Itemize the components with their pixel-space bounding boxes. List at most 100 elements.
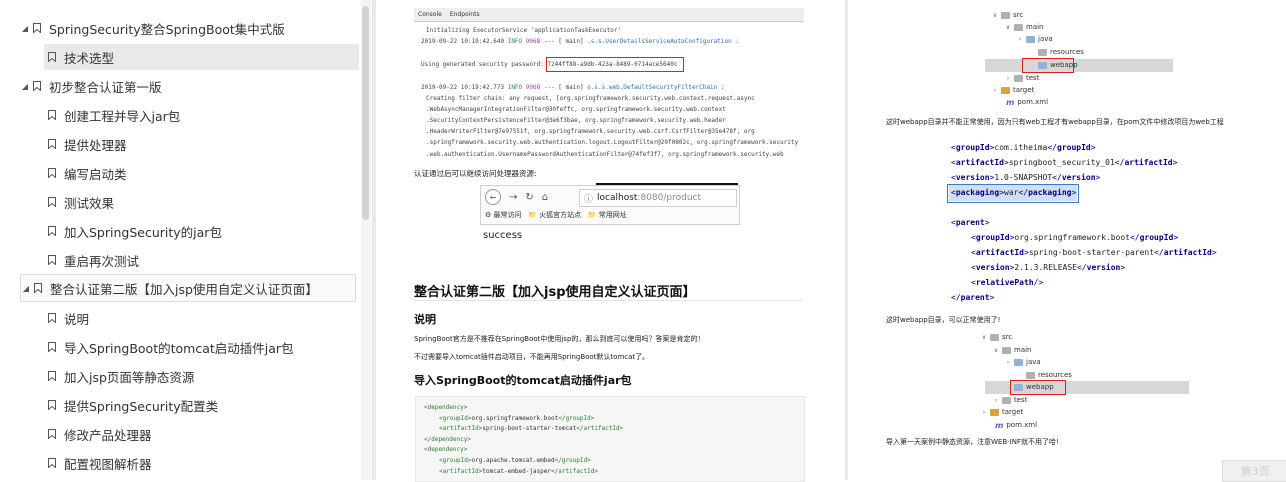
chevron-icon[interactable]: ∨ (1004, 24, 1012, 31)
tree-item[interactable]: m pom.xml (996, 96, 1048, 108)
expand-triangle-icon[interactable]: ◢ (20, 24, 30, 33)
tree-item-label: test (1014, 396, 1028, 404)
console-tab: Console (418, 11, 442, 18)
bookmark-icon (48, 400, 56, 410)
folder-icon (1026, 35, 1035, 43)
tree-item-label: java (1038, 35, 1053, 43)
code-line: <dependency> (424, 404, 468, 411)
bookmark-2: 火狐官方站点 (539, 211, 582, 219)
toc-item[interactable]: ◢ SpringSecurity整合SpringBoot集中式版 (20, 15, 355, 41)
section-divider (414, 300, 803, 301)
expand-triangle-icon[interactable]: ◢ (21, 284, 31, 293)
tree-item[interactable]: › test (992, 394, 1028, 406)
xml-line: <packaging>war</packaging> (951, 188, 1077, 197)
tree-item-label: main (1026, 23, 1044, 31)
url-path: :8080/product (637, 193, 702, 203)
page-indicator-button[interactable]: 第3页 (1222, 460, 1286, 482)
bookmark-bar: ⚙ 最常访问 📁 火狐官方站点 📁 常用网址 (485, 210, 627, 220)
toc-item[interactable]: 提供SpringSecurity配置类 (44, 392, 359, 418)
bookmark-icon (48, 255, 56, 265)
url-bar: ⓘ localhost:8080/product (579, 189, 737, 207)
tree-item[interactable]: resources (1016, 369, 1072, 381)
bookmark-icon (48, 371, 56, 381)
toc-item[interactable]: ◢ 初步整合认证第一版 (20, 73, 355, 99)
sidebar-scrollbar-thumb[interactable] (362, 6, 369, 220)
folder-icon (1002, 346, 1011, 354)
tree-item[interactable]: › target (991, 84, 1035, 96)
toc-item-label: 导入SpringBoot的tomcat启动插件jar包 (64, 340, 294, 356)
tree-item[interactable]: › test (1004, 72, 1040, 84)
console-line: 2019-09-22 10:19:42.773 INFO 9068 --- [ … (421, 84, 725, 91)
bookmark-3: 常用网址 (598, 211, 627, 219)
tree-item-label: webapp (1050, 61, 1078, 69)
tree-item-label: main (1014, 346, 1032, 354)
toc-item[interactable]: 修改产品处理器 (44, 421, 359, 447)
success-text: success (483, 230, 523, 241)
folder-icon (1014, 23, 1023, 31)
expand-triangle-icon[interactable]: ◢ (20, 82, 30, 91)
toc-item[interactable]: 导入SpringBoot的tomcat启动插件jar包 (44, 334, 359, 360)
tree-item[interactable]: › target (980, 406, 1024, 418)
chevron-icon[interactable]: › (992, 397, 1000, 404)
xml-line: </parent> (951, 293, 995, 302)
folder-icon (1014, 74, 1023, 82)
webapp-row-highlight (985, 59, 1173, 72)
toc-item-label: 加入jsp页面等静态资源 (64, 369, 195, 385)
tree-item[interactable]: resources (1028, 46, 1084, 58)
bookmark-icon (48, 168, 56, 178)
bookmark-icon (48, 429, 56, 439)
chevron-icon[interactable]: ∨ (991, 12, 999, 19)
toc-item-label: 测试效果 (64, 195, 115, 211)
toc-item[interactable]: 提供处理器 (44, 131, 359, 157)
reload-icon: ↻ (525, 191, 534, 203)
toc-item[interactable]: 加入SpringSecurity的jar包 (44, 218, 359, 244)
toc-item[interactable]: 说明 (44, 305, 359, 331)
bookmark-icon (48, 226, 56, 236)
toc-item[interactable]: 测试效果 (44, 189, 359, 215)
tree-item[interactable]: webapp (1028, 59, 1078, 71)
folder-icon: 📁 (587, 211, 597, 219)
xml-line: <groupId>com.itheima</groupId> (951, 143, 1096, 152)
chevron-icon[interactable]: ∨ (992, 347, 1000, 354)
xml-line: <version>1.0-SNAPSHOT</version> (951, 173, 1101, 182)
tree-item[interactable]: › java (1016, 33, 1053, 45)
subtitle-tomcat: 导入SpringBoot的tomcat启动插件jar包 (414, 374, 632, 387)
tree-item[interactable]: ∨ src (980, 331, 1012, 343)
paragraph-2: 不过需要导入tomcat插件启动项目，不能再用SpringBoot默认tomca… (414, 353, 650, 361)
toc-item[interactable]: 配置视图解析器 (44, 450, 359, 476)
toc-item-label: 编写启动类 (64, 166, 127, 182)
tree-item[interactable]: webapp (1004, 381, 1054, 393)
code-line: <dependency> (424, 446, 468, 454)
chevron-icon[interactable]: ∨ (980, 334, 988, 341)
chevron-icon[interactable]: › (980, 409, 988, 416)
toc-item[interactable]: 加入jsp页面等静态资源 (44, 363, 359, 389)
chevron-icon[interactable]: › (1004, 75, 1012, 82)
tree-item-label: src (1013, 11, 1024, 19)
console-line: Creating filter chain: any request, [org… (426, 95, 755, 102)
toc-item-label: 说明 (64, 311, 90, 327)
toc-item-label: 加入SpringSecurity的jar包 (64, 224, 222, 240)
xml-line: <artifactId>spring-boot-starter-parent</… (971, 248, 1217, 257)
tree-item[interactable]: ∨ main (992, 344, 1032, 356)
tree-item[interactable]: ∨ main (1004, 21, 1044, 33)
toc-item[interactable]: 编写启动类 (44, 160, 359, 186)
xml-line: <version>2.1.3.RELEASE</version> (971, 263, 1126, 272)
toc-item[interactable]: 重启再次测试 (44, 247, 359, 273)
tree-item[interactable]: ∨ src (991, 9, 1023, 21)
tree-item[interactable]: m pom.xml (985, 419, 1037, 431)
folder-icon (1038, 48, 1047, 56)
bookmark-icon (48, 139, 56, 149)
toc-item[interactable]: 创建工程并导入jar包 (44, 102, 359, 128)
chevron-icon[interactable]: › (1016, 36, 1024, 43)
folder-icon (1002, 396, 1011, 404)
section-title: 整合认证第二版【加入jsp使用自定义认证页面】 (414, 285, 696, 300)
toc-item[interactable]: ◢ 整合认证第二版【加入jsp使用自定义认证页面】 (20, 274, 356, 302)
chevron-icon[interactable]: › (991, 87, 999, 94)
console-line: .springframework.security.web.authentica… (426, 139, 799, 146)
tree-item-label: pom.xml (1017, 98, 1049, 106)
toc-item[interactable]: 技术选型 (44, 44, 359, 70)
tree-item-label: resources (1038, 371, 1072, 379)
browser-screenshot: ← → ↻ ⌂ ⓘ localhost:8080/product ⚙ 最常访问 … (480, 185, 740, 225)
chevron-icon[interactable]: › (1004, 359, 1012, 366)
tree-item[interactable]: › java (1004, 356, 1041, 368)
